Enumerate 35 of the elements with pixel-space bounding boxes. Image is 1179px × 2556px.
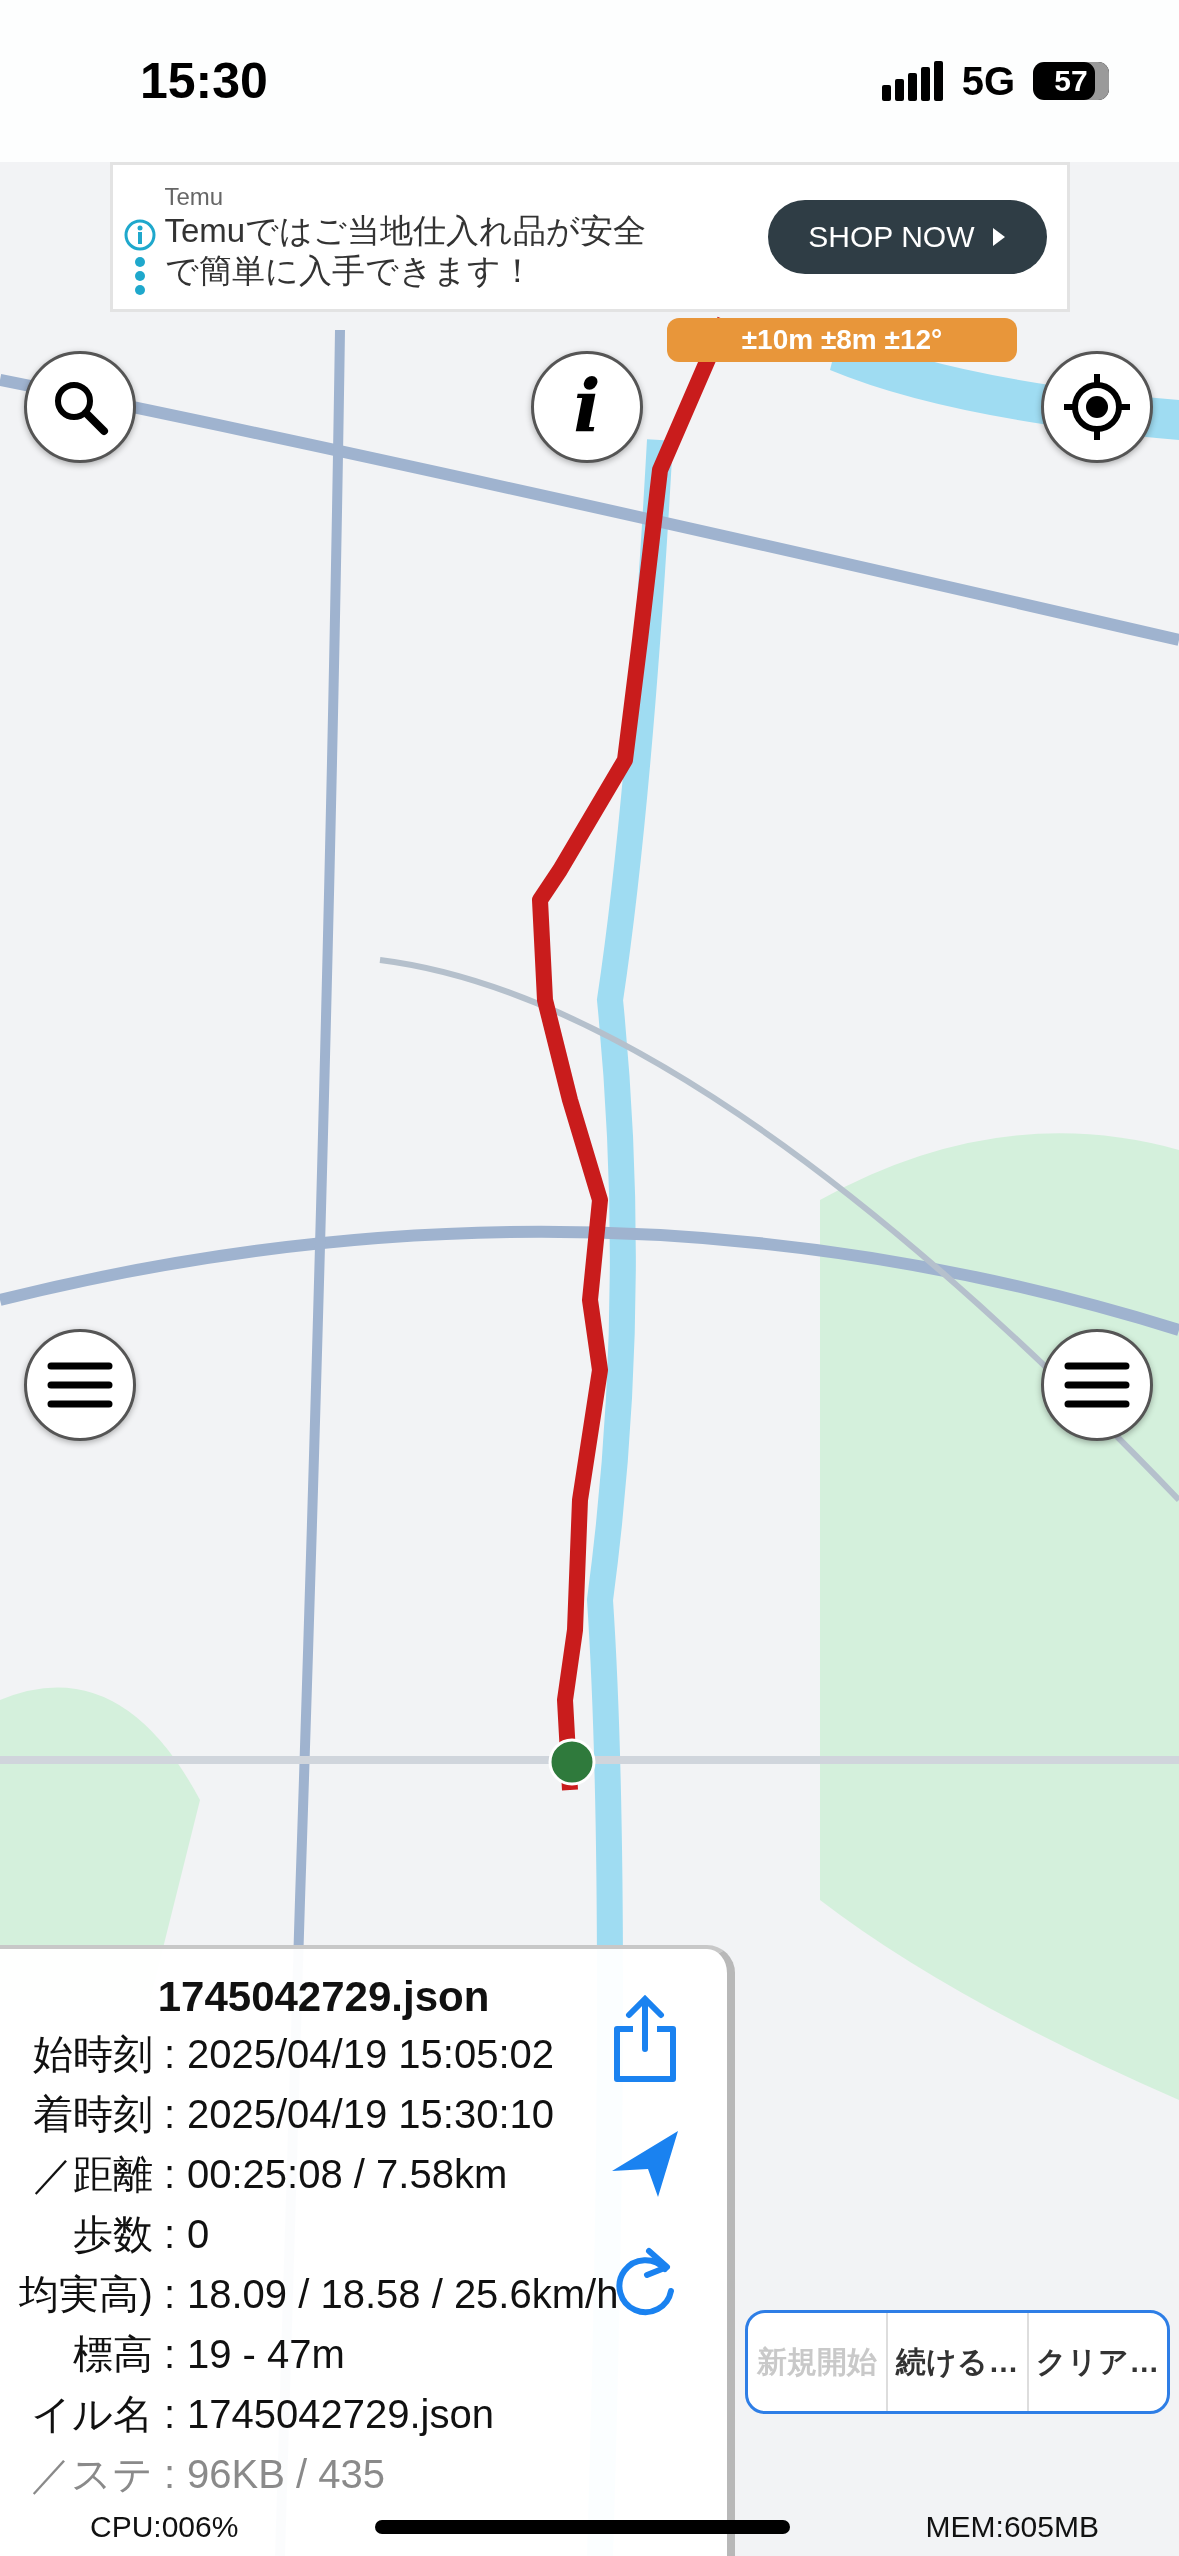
battery-level: 57 bbox=[1033, 62, 1109, 100]
info-value: 0 bbox=[187, 2211, 210, 2258]
info-value: 19 - 47m bbox=[187, 2331, 345, 2378]
info-value: 2025/04/19 15:30:10 bbox=[187, 2091, 554, 2138]
info-label: イル名 : bbox=[30, 2391, 175, 2438]
memory-usage: MEM:605MB bbox=[925, 2510, 1099, 2544]
info-icon bbox=[122, 218, 157, 252]
info-label: 歩数 : bbox=[72, 2211, 175, 2258]
info-value: 96KB / 435 bbox=[187, 2451, 385, 2498]
info-label: 標高 : bbox=[72, 2331, 175, 2378]
info-label: ／距離 : bbox=[32, 2151, 175, 2198]
info-label: 始時刻 : bbox=[32, 2031, 175, 2078]
ad-advertiser: Temu bbox=[164, 183, 225, 212]
status-time: 15:30 bbox=[140, 52, 268, 110]
info-value: 1745042729.json bbox=[187, 2391, 494, 2438]
action-button[interactable]: 続ける… bbox=[886, 2313, 1027, 2411]
info-label: 着時刻 : bbox=[32, 2091, 175, 2138]
caret-icon bbox=[990, 226, 1007, 248]
menu-icon bbox=[47, 1360, 113, 1410]
action-button[interactable]: クリア… bbox=[1026, 2313, 1167, 2411]
info-label: 均実高) : bbox=[19, 2271, 175, 2318]
more-icon bbox=[133, 256, 146, 296]
navigation-arrow-icon[interactable] bbox=[610, 2129, 680, 2199]
signal-icon bbox=[881, 61, 944, 101]
menu-icon bbox=[1064, 1360, 1130, 1410]
cpu-usage: CPU:006% bbox=[90, 2510, 239, 2544]
info-label: ／ステ : bbox=[30, 2451, 175, 2498]
info-value: 18.09 / 18.58 / 25.6km/h bbox=[187, 2271, 619, 2318]
shop-now-button[interactable]: SHOP NOW bbox=[768, 200, 1047, 274]
info-value: 00:25:08 / 7.58km bbox=[187, 2151, 508, 2198]
network-label: 5G bbox=[961, 58, 1015, 104]
info-value: 2025/04/19 15:05:02 bbox=[187, 2031, 554, 2078]
ad-text: Temuではご当地仕入れ品が安全で簡単に入手できます！ bbox=[164, 211, 648, 291]
file-title: 1745042729.json bbox=[156, 1972, 491, 2022]
accuracy-badge: ±10m ±8m ±12° bbox=[667, 318, 1017, 362]
